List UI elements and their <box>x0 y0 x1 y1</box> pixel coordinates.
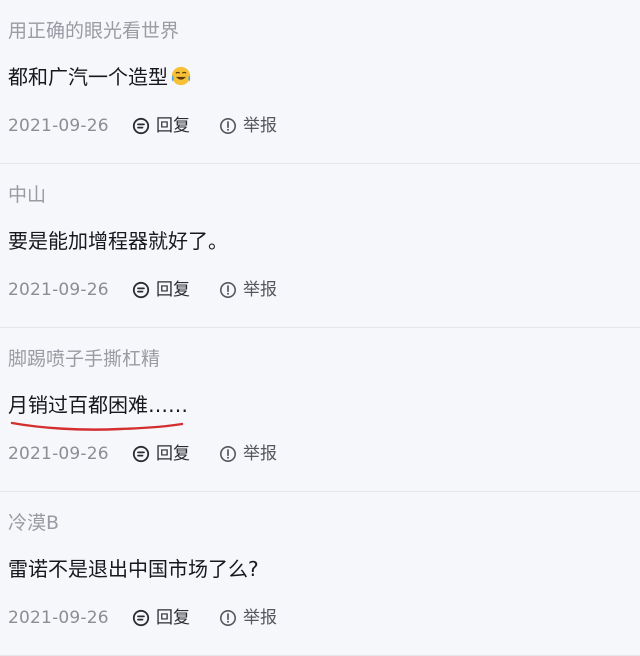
comment-item: 脚踢喷子手撕杠精 月销过百都困难…… 2021-09-26 回复 举报 <box>0 328 640 492</box>
reply-button[interactable]: 回复 <box>132 113 190 139</box>
report-button[interactable]: 举报 <box>219 605 277 631</box>
comment-author[interactable]: 用正确的眼光看世界 <box>8 18 179 44</box>
report-label: 举报 <box>243 608 277 628</box>
comment-text: 雷诺不是退出中国市场了么? <box>8 557 259 581</box>
comment-content: 要是能加增程器就好了。 <box>8 227 228 255</box>
report-icon <box>220 610 236 626</box>
reply-icon <box>132 445 150 463</box>
comment-date: 2021-09-26 <box>8 444 109 464</box>
reply-icon <box>132 609 150 627</box>
report-label: 举报 <box>243 116 277 136</box>
comment-item: 用正确的眼光看世界 都和广汽一个造型 2021-09-26 回复 举报 <box>0 0 640 164</box>
comment-item: 中山 要是能加增程器就好了。 2021-09-26 回复 举报 <box>0 164 640 328</box>
comment-text: 都和广汽一个造型 <box>8 65 168 89</box>
comment-author[interactable]: 脚踢喷子手撕杠精 <box>8 346 160 372</box>
comment-text: 月销过百都困难…… <box>8 393 188 417</box>
comment-item: 冷漠B 雷诺不是退出中国市场了么? 2021-09-26 回复 举报 <box>0 492 640 656</box>
reply-icon <box>132 281 150 299</box>
report-label: 举报 <box>243 280 277 300</box>
report-icon <box>220 282 236 298</box>
reply-label: 回复 <box>156 116 190 136</box>
comment-content: 雷诺不是退出中国市场了么? <box>8 555 259 583</box>
reply-label: 回复 <box>156 444 190 464</box>
reply-button[interactable]: 回复 <box>132 605 190 631</box>
report-icon <box>220 118 236 134</box>
comment-author[interactable]: 中山 <box>8 182 46 208</box>
comment-content: 月销过百都困难…… <box>8 391 188 419</box>
comment-author[interactable]: 冷漠B <box>8 510 59 536</box>
comment-date: 2021-09-26 <box>8 608 109 628</box>
red-underline-annotation <box>10 421 184 431</box>
report-icon <box>220 446 236 462</box>
reply-button[interactable]: 回复 <box>132 441 190 467</box>
report-button[interactable]: 举报 <box>219 441 277 467</box>
report-label: 举报 <box>243 444 277 464</box>
reply-icon <box>132 117 150 135</box>
comment-date: 2021-09-26 <box>8 116 109 136</box>
reply-button[interactable]: 回复 <box>132 277 190 303</box>
comment-date: 2021-09-26 <box>8 280 109 300</box>
crying-laughing-emoji-icon <box>171 66 191 86</box>
report-button[interactable]: 举报 <box>219 113 277 139</box>
comment-text: 要是能加增程器就好了。 <box>8 229 228 253</box>
reply-label: 回复 <box>156 280 190 300</box>
report-button[interactable]: 举报 <box>219 277 277 303</box>
comment-content: 都和广汽一个造型 <box>8 63 192 91</box>
reply-label: 回复 <box>156 608 190 628</box>
